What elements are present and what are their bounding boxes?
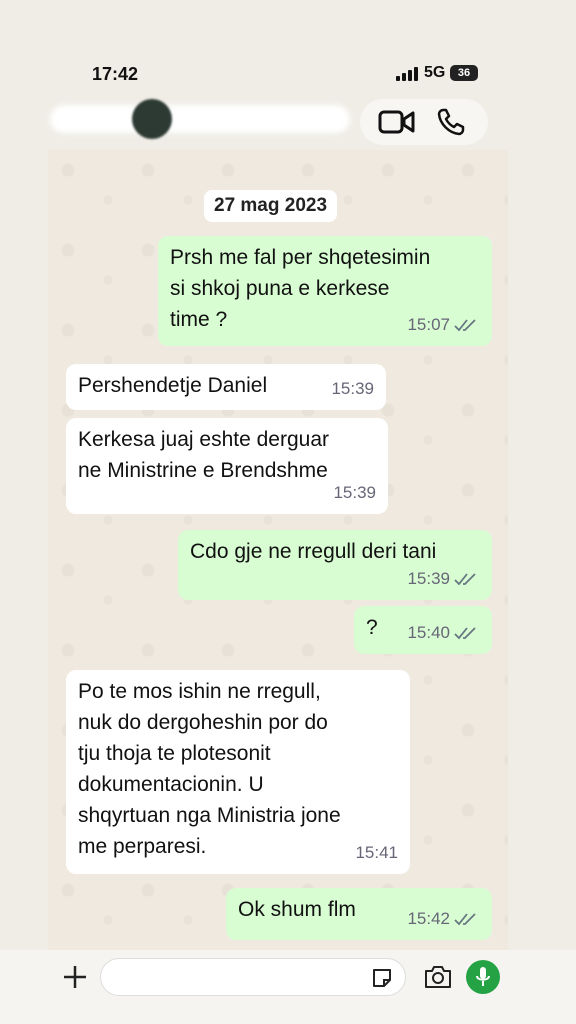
- message-time: 15:39: [333, 483, 376, 502]
- message-line: Pershendetje Daniel: [78, 374, 268, 397]
- message-time: 15:07: [407, 315, 450, 334]
- message-time: 15:40: [407, 623, 450, 642]
- microphone-icon[interactable]: [466, 960, 500, 994]
- message-composer: [0, 950, 576, 1024]
- message-time: 15:42: [407, 909, 450, 928]
- read-ticks-icon: [454, 626, 476, 639]
- camera-icon[interactable]: [424, 964, 452, 990]
- message-outgoing[interactable]: Cdo gje ne rregull deri tani 15:39: [178, 530, 492, 600]
- read-ticks-icon: [454, 318, 476, 331]
- status-bar: 17:42 5G 36: [0, 0, 576, 100]
- read-ticks-icon: [454, 572, 476, 585]
- message-incoming[interactable]: Pershendetje Daniel 15:39: [66, 364, 386, 410]
- message-meta: 15:39: [333, 477, 376, 508]
- chat-header: [0, 95, 576, 150]
- message-incoming[interactable]: Po te mos ishin ne rregull, nuk do dergo…: [66, 670, 410, 874]
- plus-icon[interactable]: [60, 962, 90, 992]
- message-outgoing[interactable]: Prsh me fal per shqetesimin si shkoj pun…: [158, 236, 492, 346]
- message-line: shqyrtuan nga Ministria jone: [78, 804, 341, 827]
- message-meta: 15:41: [355, 837, 398, 868]
- read-ticks-icon: [454, 912, 476, 925]
- message-line: Kerkesa juaj eshte derguar: [78, 428, 329, 451]
- message-time: 15:39: [331, 379, 374, 398]
- message-meta: 15:39: [407, 563, 480, 594]
- message-time: 15:41: [355, 843, 398, 862]
- network-type: 5G: [424, 64, 446, 81]
- message-line: tju thoja te plotesonit: [78, 742, 271, 765]
- video-camera-icon[interactable]: [377, 102, 417, 142]
- message-meta: 15:42: [407, 903, 480, 934]
- message-meta: 15:07: [407, 309, 480, 340]
- message-input[interactable]: [100, 958, 406, 996]
- message-outgoing[interactable]: Ok shum flm 15:42: [226, 888, 492, 940]
- date-chip: 27 mag 2023: [204, 190, 338, 222]
- message-meta: 15:39: [331, 373, 374, 404]
- message-line: si shkoj puna e kerkese: [170, 277, 390, 300]
- message-outgoing[interactable]: ? 15:40: [354, 606, 492, 654]
- message-line: Prsh me fal per shqetesimin: [170, 246, 431, 269]
- phone-icon[interactable]: [431, 102, 471, 142]
- message-incoming[interactable]: Kerkesa juaj eshte derguar ne Ministrine…: [66, 418, 388, 514]
- message-time: 15:39: [407, 569, 450, 588]
- sticker-icon[interactable]: [371, 967, 393, 989]
- message-line: ne Ministrine e Brendshme: [78, 459, 328, 482]
- signal-icon: [396, 67, 418, 81]
- avatar[interactable]: [132, 99, 172, 139]
- status-time: 17:42: [92, 64, 139, 84]
- battery-icon: 36: [450, 65, 478, 81]
- message-line: me perparesi.: [78, 835, 207, 858]
- contact-name-redacted[interactable]: [50, 105, 350, 133]
- message-line: dokumentacionin. U: [78, 773, 264, 796]
- phone-screen: 17:42 5G 36 27 mag 2023 Prsh me fal per …: [0, 0, 576, 1024]
- call-actions: [360, 99, 488, 145]
- message-line: nuk do dergoheshin por do: [78, 711, 328, 734]
- message-line: Po te mos ishin ne rregull,: [78, 680, 321, 703]
- message-meta: 15:40: [407, 617, 480, 648]
